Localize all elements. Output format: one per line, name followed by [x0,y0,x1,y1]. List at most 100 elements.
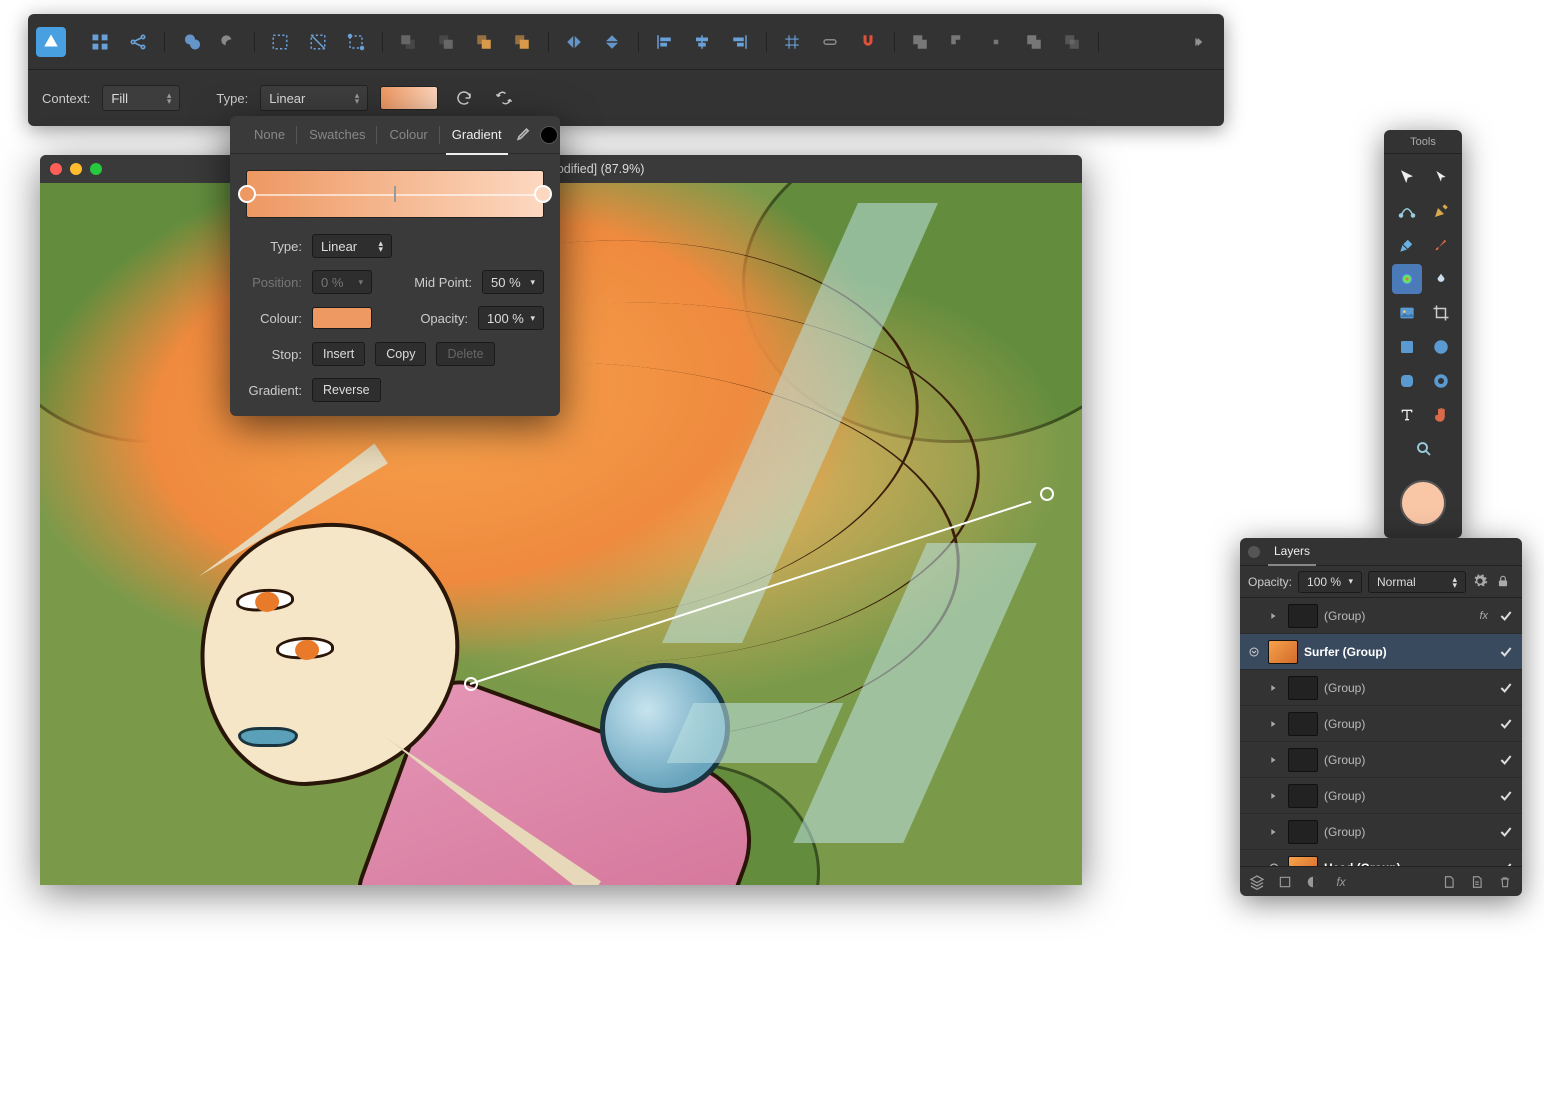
fill-stroke-select[interactable]: Fill ▴▾ [102,85,180,111]
align-right-icon[interactable] [722,24,758,60]
mask-square-icon[interactable] [1276,873,1294,891]
layer-visibility-check[interactable] [1498,788,1514,804]
fill-swatch[interactable] [380,86,438,110]
tab-none[interactable]: None [242,116,297,154]
layer-visibility-check[interactable] [1498,644,1514,660]
current-fill-colour[interactable] [1400,480,1446,526]
reverse-gradient-button[interactable]: Reverse [312,378,381,402]
disclosure-closed-icon[interactable] [1268,791,1282,801]
tab-colour[interactable]: Colour [377,116,439,154]
stop-colour-chip[interactable] [312,307,372,329]
layer-list[interactable]: (Group)fxSurfer (Group)(Group)(Group)(Gr… [1240,598,1522,866]
opacity-field[interactable]: 100 %▾ [478,306,544,330]
gradient-end-handle[interactable] [1040,487,1054,501]
marquee-rect-icon[interactable] [262,24,298,60]
fill-tool-icon[interactable] [1392,264,1422,294]
disclosure-closed-icon[interactable] [1268,719,1282,729]
arrange-front-icon[interactable] [504,24,540,60]
flip-vertical-icon[interactable] [594,24,630,60]
gear-icon[interactable] [1472,573,1490,591]
minimize-window-icon[interactable] [70,163,82,175]
disclosure-open-icon[interactable] [1248,646,1262,658]
brush-tool-icon[interactable] [1426,230,1456,260]
gradient-midpoint-handle[interactable] [394,186,396,202]
text-tool-icon[interactable] [1392,400,1422,430]
rectangle-tool-icon[interactable] [1392,332,1422,362]
transform-icon[interactable] [338,24,374,60]
lock-icon[interactable] [1496,573,1514,591]
marquee-crop-icon[interactable] [300,24,336,60]
layer-row[interactable]: (Group) [1240,778,1522,814]
new-layer-icon[interactable] [1440,873,1458,891]
direct-select-tool-icon[interactable] [1426,162,1456,192]
boolean-add-icon[interactable] [902,24,938,60]
arrange-backward-icon[interactable] [428,24,464,60]
layer-row[interactable]: (Group)fx [1240,598,1522,634]
disclosure-closed-icon[interactable] [1268,683,1282,693]
snap-toggle-icon[interactable] [812,24,848,60]
layers-tab[interactable]: Layers [1268,538,1316,566]
boolean-xor-icon[interactable] [1016,24,1052,60]
arrange-forward-icon[interactable] [466,24,502,60]
shape-subtract-icon[interactable] [210,24,246,60]
ellipse-tool-icon[interactable] [1426,332,1456,362]
layer-row[interactable]: (Group) [1240,742,1522,778]
close-window-icon[interactable] [50,163,62,175]
popover-type-select[interactable]: Linear▴▾ [312,234,392,258]
move-tool-icon[interactable] [1392,162,1422,192]
rounded-rect-tool-icon[interactable] [1392,366,1422,396]
panel-close-icon[interactable] [1248,546,1260,558]
layer-visibility-check[interactable] [1498,608,1514,624]
boolean-divide-icon[interactable] [1054,24,1090,60]
zoom-tool-icon[interactable] [1409,434,1439,464]
layer-row[interactable]: Surfer (Group) [1240,634,1522,670]
boolean-subtract-icon[interactable] [940,24,976,60]
layer-row[interactable]: Head (Group) [1240,850,1522,866]
place-image-tool-icon[interactable] [1392,298,1422,328]
grid-snap-icon[interactable] [774,24,810,60]
gradient-type-select[interactable]: Linear ▴▾ [260,85,368,111]
fx-icon[interactable]: fx [1332,873,1350,891]
new-pixel-layer-icon[interactable] [1468,873,1486,891]
arrange-back-icon[interactable] [390,24,426,60]
tab-swatches[interactable]: Swatches [297,116,377,154]
blend-mode-select[interactable]: Normal▴▾ [1368,571,1466,593]
disclosure-closed-icon[interactable] [1268,611,1282,621]
app-logo[interactable] [36,27,66,57]
transparency-tool-icon[interactable] [1426,264,1456,294]
flip-horizontal-icon[interactable] [556,24,592,60]
document-titlebar[interactable]: e Surfer 01 [Modified] (87.9%) [40,155,1082,183]
pen-tool-icon[interactable] [1426,196,1456,226]
gradient-preview[interactable] [246,170,544,218]
canvas[interactable] [40,183,1082,885]
magnet-icon[interactable] [850,24,886,60]
layers-stack-icon[interactable] [1248,873,1266,891]
layer-visibility-check[interactable] [1498,752,1514,768]
gradient-start-handle[interactable] [464,677,478,691]
gradient-stop-2[interactable] [534,185,552,203]
pencil-tool-icon[interactable] [1392,230,1422,260]
disclosure-closed-icon[interactable] [1268,755,1282,765]
window-controls[interactable] [50,163,102,175]
layer-row[interactable]: (Group) [1240,670,1522,706]
midpoint-field[interactable]: 50 %▾ [482,270,544,294]
crop-tool-icon[interactable] [1426,298,1456,328]
gradient-stop-1[interactable] [238,185,256,203]
share-icon[interactable] [120,24,156,60]
adjustment-icon[interactable] [1304,873,1322,891]
node-tool-icon[interactable] [1392,196,1422,226]
copy-stop-button[interactable]: Copy [375,342,426,366]
disclosure-closed-icon[interactable] [1268,827,1282,837]
pan-tool-icon[interactable] [1426,400,1456,430]
reverse-gradient-icon[interactable] [490,84,518,112]
toolbar-overflow-icon[interactable] [1184,24,1216,60]
shape-tool-icon[interactable] [1426,366,1456,396]
align-left-icon[interactable] [646,24,682,60]
maximize-window-icon[interactable] [90,163,102,175]
align-center-icon[interactable] [684,24,720,60]
delete-layer-icon[interactable] [1496,873,1514,891]
view-grid-icon[interactable] [82,24,118,60]
tab-gradient[interactable]: Gradient [440,116,514,154]
layer-visibility-check[interactable] [1498,680,1514,696]
layers-opacity-field[interactable]: 100 %▾ [1298,571,1362,593]
